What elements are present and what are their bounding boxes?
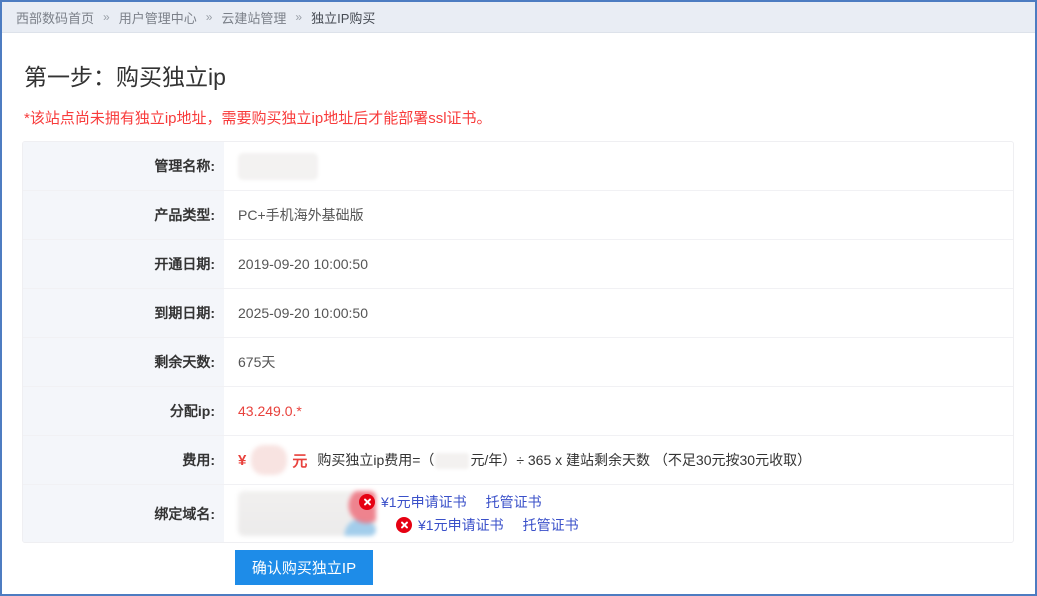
host-cert-link[interactable]: 托管证书 (523, 515, 579, 535)
table-row-management-name: 管理名称: (23, 142, 1013, 191)
breadcrumb-separator-icon: » (206, 10, 213, 24)
apply-cert-link[interactable]: ¥1元申请证书 (418, 515, 504, 535)
confirm-purchase-ip-button[interactable]: 确认购买独立IP (235, 550, 373, 585)
bound-domains-value: ¥1元申请证书 托管证书 ¥1元申请证书 托管证书 (224, 485, 1013, 542)
open-date-label: 开通日期: (23, 240, 224, 288)
breadcrumb-separator-icon: » (103, 10, 110, 24)
table-row-expire-date: 到期日期: 2025-09-20 10:00:50 (23, 289, 1013, 338)
breadcrumb-item-user-center[interactable]: 用户管理中心 (119, 8, 197, 27)
table-row-product-type: 产品类型: PC+手机海外基础版 (23, 191, 1013, 240)
page-title: 第一步：购买独立ip (24, 58, 1015, 92)
fee-formula-suffix: 元/年）÷ 365 x 建站剩余天数 （不足30元按30元收取） (470, 452, 811, 468)
redacted-yearly-price (435, 453, 469, 469)
breadcrumb-item-ip-purchase: 独立IP购买 (311, 8, 375, 27)
apply-cert-link[interactable]: ¥1元申请证书 (381, 492, 467, 512)
fee-currency-symbol: ¥ (238, 452, 246, 469)
host-cert-link[interactable]: 托管证书 (486, 492, 542, 512)
redacted-domain-names (238, 491, 376, 536)
redacted-management-name (238, 153, 318, 180)
breadcrumb-separator-icon: » (295, 10, 302, 24)
cert-line: ¥1元申请证书 托管证书 (359, 491, 542, 513)
table-row-fee: 费用: ¥ 元 购买独立ip费用=（ 元/年）÷ 365 x 建站剩余天数 （不足… (23, 436, 1013, 485)
fee-value: ¥ 元 购买独立ip费用=（ 元/年）÷ 365 x 建站剩余天数 （不足30元按… (224, 436, 1013, 484)
fee-label: 费用: (23, 436, 224, 484)
main-content: 第一步：购买独立ip *该站点尚未拥有独立ip地址，需要购买独立ip地址后才能部… (2, 58, 1035, 585)
fee-unit: 元 (292, 450, 307, 471)
table-row-open-date: 开通日期: 2019-09-20 10:00:50 (23, 240, 1013, 289)
table-row-bound-domains: 绑定域名: ¥1元申请证书 托管证书 ¥1元申请证书 托管证书 (23, 485, 1013, 542)
redacted-fee-amount (251, 445, 287, 475)
site-info-table: 管理名称: 产品类型: PC+手机海外基础版 开通日期: 2019-09-20 … (22, 141, 1014, 543)
open-date-value: 2019-09-20 10:00:50 (224, 240, 1013, 288)
product-type-value: PC+手机海外基础版 (224, 191, 1013, 239)
bound-domains-label: 绑定域名: (23, 485, 224, 542)
table-row-assigned-ip: 分配ip: 43.249.0.* (23, 387, 1013, 436)
management-name-label: 管理名称: (23, 142, 224, 190)
management-name-value (224, 142, 1013, 190)
warning-text: *该站点尚未拥有独立ip地址，需要购买独立ip地址后才能部署ssl证书。 (24, 107, 1015, 128)
fee-formula-prefix: 购买独立ip费用=（ (317, 452, 434, 468)
expire-date-label: 到期日期: (23, 289, 224, 337)
assigned-ip-value: 43.249.0.* (224, 387, 1013, 435)
no-cert-icon (396, 517, 412, 533)
no-cert-icon (359, 494, 375, 510)
product-type-label: 产品类型: (23, 191, 224, 239)
assigned-ip-label: 分配ip: (23, 387, 224, 435)
breadcrumb-item-home[interactable]: 西部数码首页 (16, 8, 94, 27)
expire-date-value: 2025-09-20 10:00:50 (224, 289, 1013, 337)
breadcrumb: 西部数码首页 » 用户管理中心 » 云建站管理 » 独立IP购买 (2, 2, 1035, 33)
remaining-days-value: 675天 (224, 338, 1013, 386)
breadcrumb-item-site-manage[interactable]: 云建站管理 (221, 8, 286, 27)
fee-formula: 购买独立ip费用=（ 元/年）÷ 365 x 建站剩余天数 （不足30元按30元收… (317, 450, 811, 470)
cert-line: ¥1元申请证书 托管证书 (396, 514, 579, 536)
remaining-days-label: 剩余天数: (23, 338, 224, 386)
page-frame: 西部数码首页 » 用户管理中心 » 云建站管理 » 独立IP购买 第一步：购买独… (0, 0, 1037, 596)
table-row-remaining-days: 剩余天数: 675天 (23, 338, 1013, 387)
